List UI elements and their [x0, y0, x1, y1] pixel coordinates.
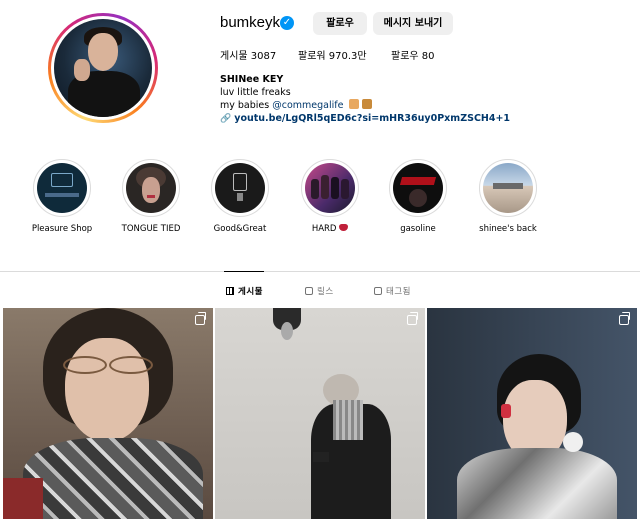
tab-reels-label: 릴스 — [317, 287, 334, 297]
link-icon: 🔗 — [220, 113, 232, 124]
bio-line-2: my babies @commegalife — [220, 99, 510, 113]
highlight-hard[interactable]: HARD — [285, 159, 375, 234]
multi-photo-icon — [619, 312, 630, 325]
tab-reels[interactable]: 릴스 — [305, 285, 334, 297]
follow-button[interactable]: 팔로우 — [313, 12, 367, 35]
tagged-icon — [374, 287, 382, 295]
multi-photo-icon — [195, 312, 206, 325]
highlight-label: HARD — [285, 224, 375, 234]
tab-posts-label: 게시물 — [238, 287, 263, 297]
bio-line-1: luv little freaks — [220, 86, 291, 98]
verified-badge-icon: ✓ — [280, 16, 294, 30]
highlight-label: TONGUE TIED — [121, 224, 181, 234]
highlight-pleasure-shop[interactable]: Pleasure Shop — [17, 159, 107, 234]
tab-posts[interactable]: 게시물 — [226, 285, 263, 297]
highlight-label: Good&Great — [213, 224, 267, 234]
reels-icon — [305, 287, 313, 295]
highlight-shinees-back[interactable]: shinee's back — [463, 159, 553, 234]
followers-count[interactable]: 팔로워 970.3만 — [298, 47, 367, 62]
grid-icon — [226, 287, 234, 295]
highlight-good-great[interactable]: Good&Great — [195, 159, 285, 234]
bio-line-2-text: my babies — [220, 100, 273, 111]
heart-emoji-icon — [339, 224, 349, 231]
following-count[interactable]: 팔로우 80 — [391, 47, 435, 62]
username: bumkeyk — [220, 14, 281, 31]
post-thumbnail[interactable] — [215, 308, 425, 519]
highlight-gasoline[interactable]: gasoline — [373, 159, 463, 234]
profile-bio: SHINee KEY luv little freaks my babies @… — [220, 74, 510, 125]
mention-link[interactable]: @commegalife — [272, 100, 343, 111]
post-thumbnail[interactable] — [427, 308, 637, 519]
send-message-button[interactable]: 메시지 보내기 — [373, 12, 453, 35]
display-name: SHINee KEY — [220, 74, 284, 85]
tab-tagged[interactable]: 태그됨 — [374, 285, 411, 297]
tabs-divider — [0, 271, 640, 272]
external-link[interactable]: youtu.be/LgQRl5qED6c?si=mHR36uy0PxmZSCH4… — [234, 113, 510, 124]
profile-avatar[interactable] — [48, 13, 158, 123]
highlight-label: Pleasure Shop — [31, 224, 93, 234]
dog-emoji-icon — [362, 99, 373, 109]
active-tab-indicator — [224, 271, 264, 272]
post-thumbnail[interactable] — [3, 308, 213, 519]
posts-count: 게시물 3087 — [220, 51, 277, 62]
highlight-tongue-tied[interactable]: TONGUE TIED — [106, 159, 196, 234]
dog-emoji-icon — [349, 99, 360, 109]
bio-link-row[interactable]: 🔗 youtu.be/LgQRl5qED6c?si=mHR36uy0PxmZSC… — [220, 113, 510, 126]
highlight-label: shinee's back — [479, 224, 537, 234]
tab-tagged-label: 태그됨 — [386, 287, 411, 297]
multi-photo-icon — [407, 312, 418, 325]
highlight-label: gasoline — [400, 224, 436, 234]
